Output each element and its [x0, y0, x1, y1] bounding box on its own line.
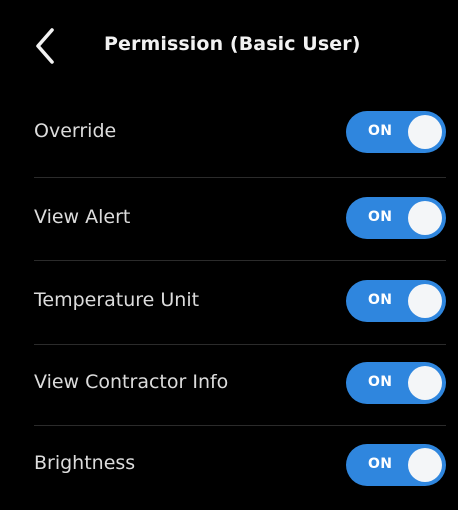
brightness-toggle[interactable]: ON [346, 444, 446, 486]
permission-row-temperature-unit: Temperature Unit ON [0, 257, 458, 343]
toggle-state-text: ON [368, 123, 393, 139]
chevron-left-icon [36, 28, 54, 64]
permission-label: Brightness [34, 452, 136, 474]
toggle-state-text: ON [368, 292, 393, 308]
toggle-knob [408, 366, 442, 400]
temperature-unit-toggle[interactable]: ON [346, 280, 446, 322]
toggle-knob [408, 448, 442, 482]
view-contractor-info-toggle[interactable]: ON [346, 362, 446, 404]
toggle-state-text: ON [368, 456, 393, 472]
permission-label: Override [34, 120, 117, 142]
permission-row-brightness: Brightness ON [0, 424, 458, 510]
toggle-state-text: ON [368, 209, 393, 225]
permission-screen: Permission (Basic User) Override ON View… [0, 0, 458, 493]
page-title: Permission (Basic User) [104, 33, 361, 55]
toggle-knob [408, 115, 442, 149]
permission-row-override: Override ON [0, 88, 458, 174]
permission-label: Temperature Unit [34, 289, 200, 311]
permission-row-view-alert: View Alert ON [0, 174, 458, 260]
toggle-knob [408, 284, 442, 318]
permission-label: View Alert [34, 206, 131, 228]
toggle-state-text: ON [368, 374, 393, 390]
permission-label: View Contractor Info [34, 371, 229, 393]
back-button[interactable] [28, 24, 64, 68]
view-alert-toggle[interactable]: ON [346, 197, 446, 239]
permission-row-view-contractor-info: View Contractor Info ON [0, 341, 458, 427]
header: Permission (Basic User) [0, 0, 458, 96]
override-toggle[interactable]: ON [346, 111, 446, 153]
toggle-knob [408, 201, 442, 235]
